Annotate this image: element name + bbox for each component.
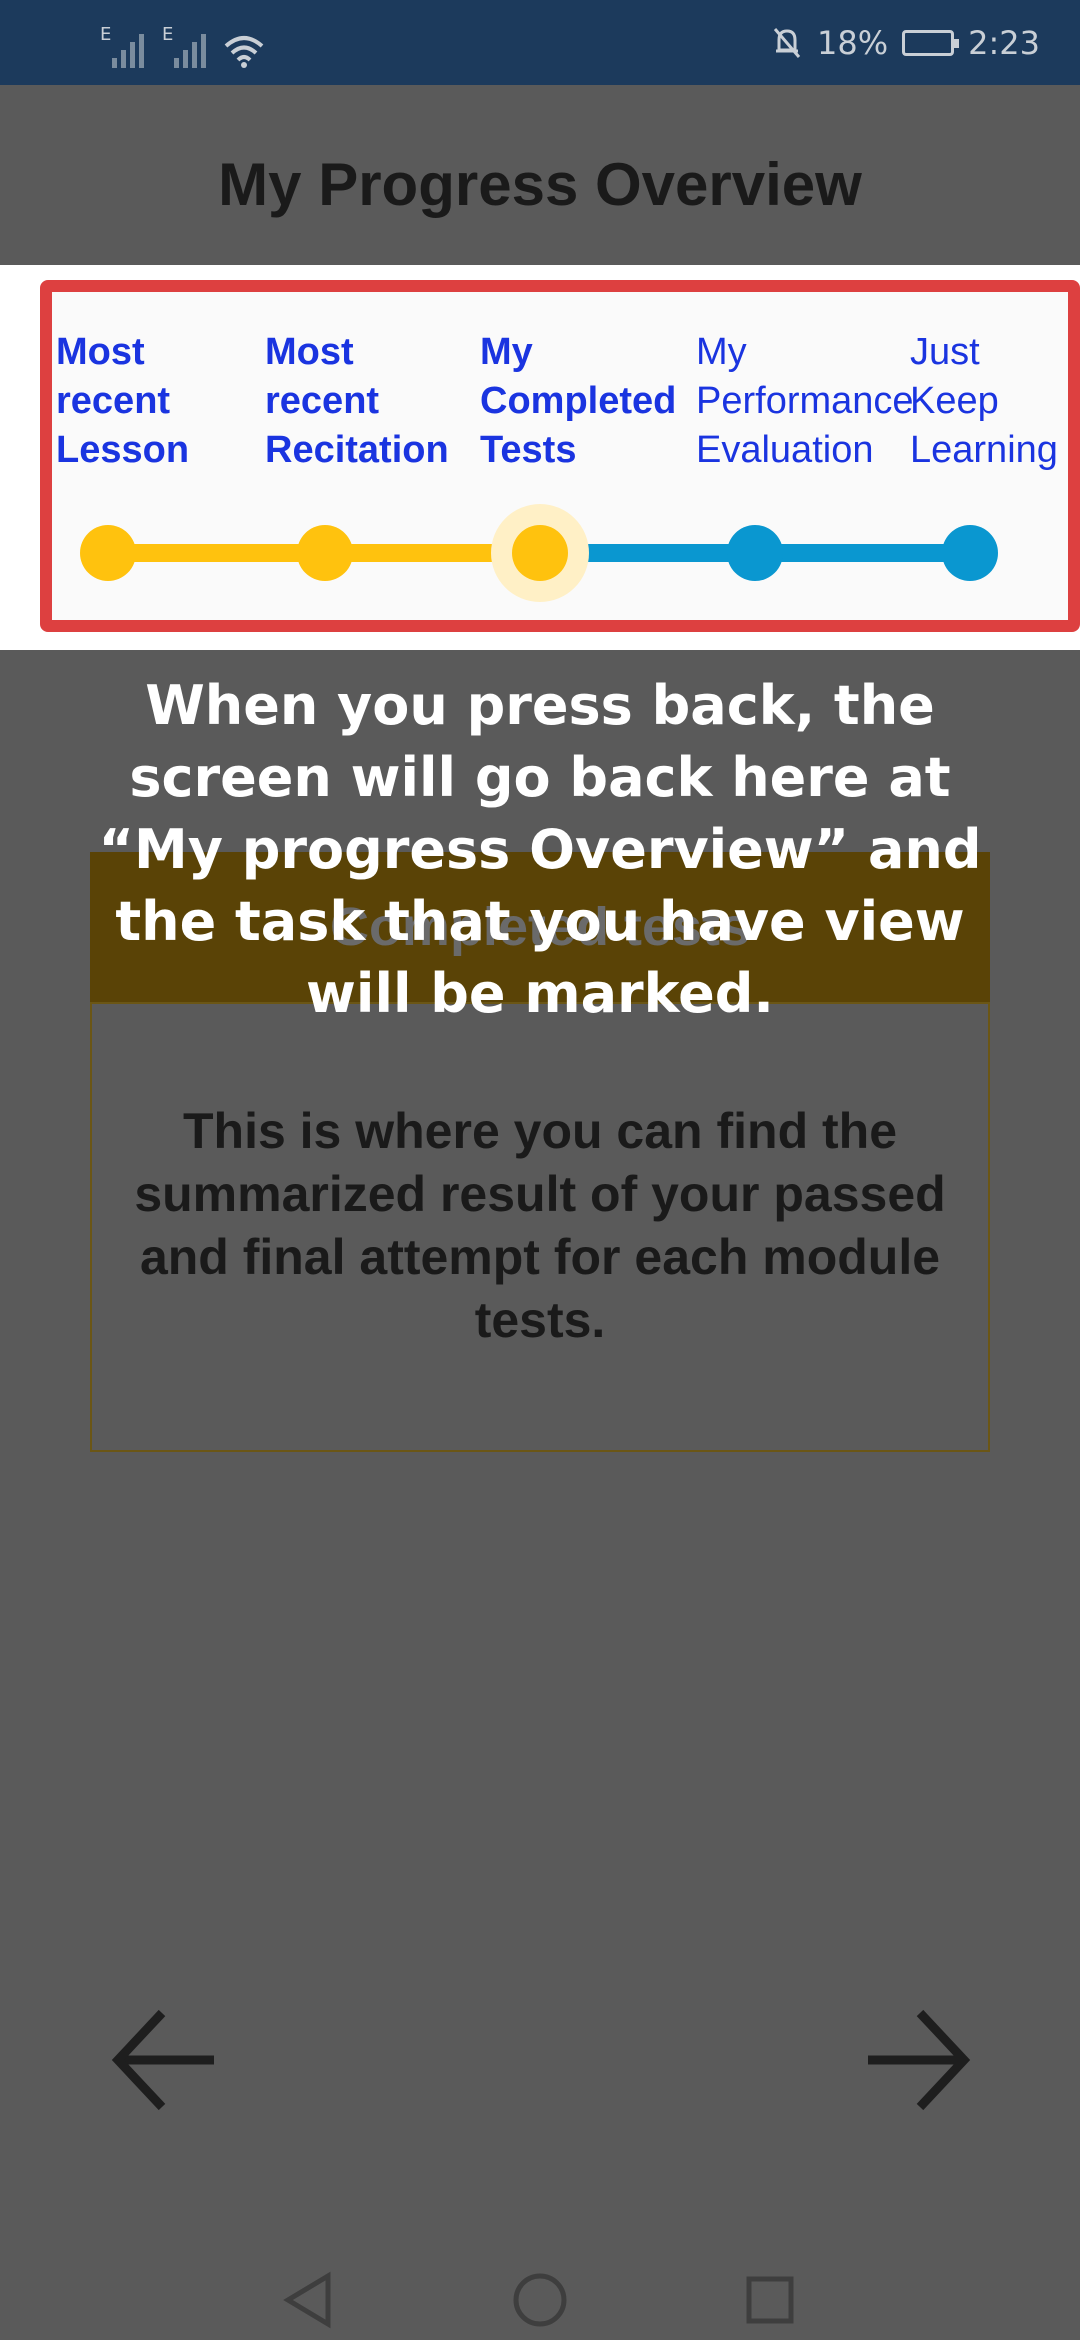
arrow-right-icon[interactable] xyxy=(862,2005,972,2115)
battery-icon xyxy=(902,30,960,56)
step-label-my-completed-tests[interactable]: My Completed Tests xyxy=(480,328,676,475)
arrow-left-icon[interactable] xyxy=(110,2005,220,2115)
status-bar: E E 18% 2:23 xyxy=(0,0,1080,85)
step-label-just-keep-learning[interactable]: Just Keep Learning xyxy=(910,328,1058,475)
step-dot-3[interactable] xyxy=(512,525,568,581)
step-dot-2[interactable] xyxy=(297,525,353,581)
wifi-icon xyxy=(224,36,264,68)
step-dot-1[interactable] xyxy=(80,525,136,581)
tutorial-overlay-message: When you press back, the screen will go … xyxy=(98,674,982,1025)
battery-percent: 18% xyxy=(817,24,889,62)
step-dot-5[interactable] xyxy=(942,525,998,581)
status-icons-right: 18% 2:23 xyxy=(771,18,1040,68)
triangle-back-icon[interactable] xyxy=(282,2270,334,2330)
circle-home-icon[interactable] xyxy=(510,2270,570,2330)
status-icons-left: E E xyxy=(100,18,264,68)
step-dot-4[interactable] xyxy=(727,525,783,581)
step-label-most-recent-lesson[interactable]: Most recent Lesson xyxy=(56,328,189,475)
step-label-my-performance-evaluation[interactable]: My Performance Evaluation xyxy=(696,328,914,475)
network-type-label: E xyxy=(100,24,112,45)
clock: 2:23 xyxy=(968,24,1040,62)
square-recents-icon[interactable] xyxy=(744,2270,796,2330)
step-label-most-recent-recitation[interactable]: Most recent Recitation xyxy=(265,328,449,475)
signal-icon: E xyxy=(100,24,144,68)
card-description: This is where you can find the summarize… xyxy=(134,1103,946,1348)
signal-icon-2: E xyxy=(162,24,206,68)
page-title: My Progress Overview xyxy=(218,151,862,218)
network-type-label-2: E xyxy=(162,24,174,45)
bell-muted-icon xyxy=(773,28,801,58)
